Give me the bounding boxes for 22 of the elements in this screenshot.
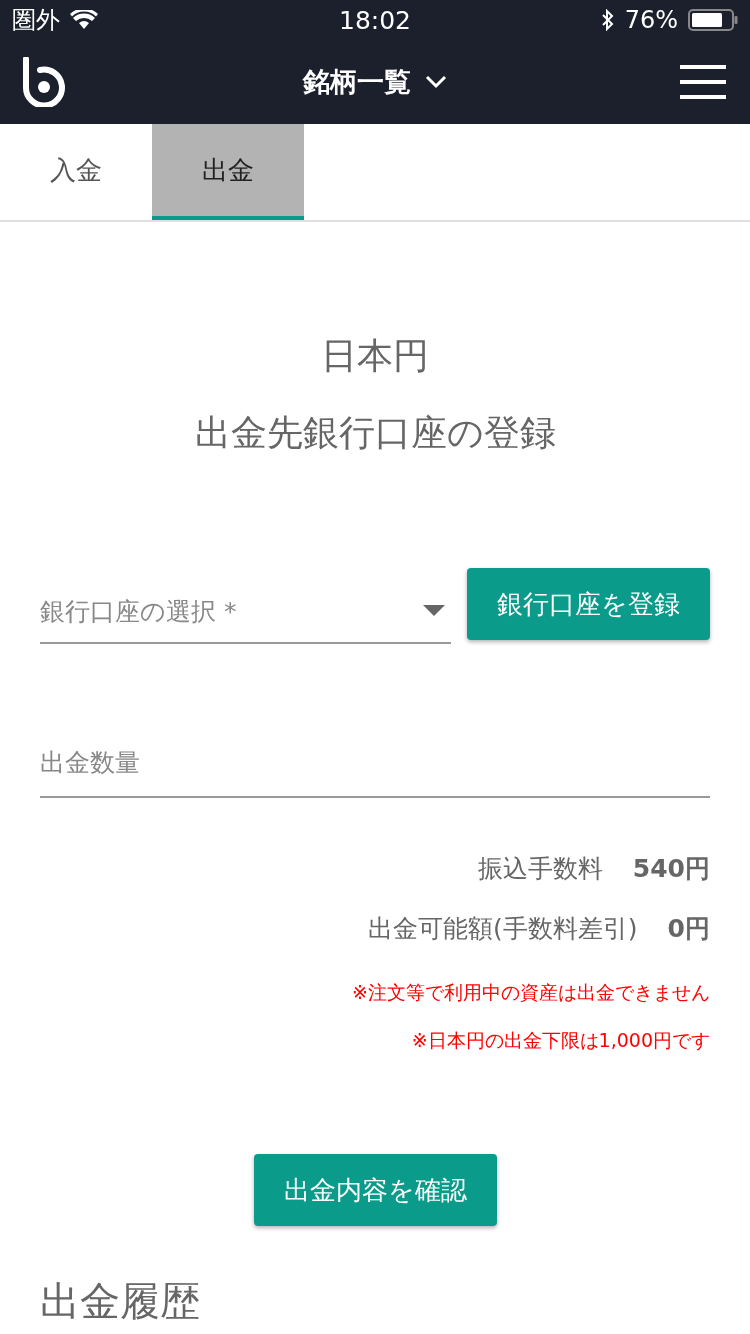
summary-label: 出金可能額(手数料差引)	[368, 912, 638, 945]
bank-account-select[interactable]: 銀行口座の選択 *	[40, 580, 451, 644]
clock-text: 18:02	[339, 5, 411, 35]
logo-icon[interactable]	[22, 57, 66, 107]
summary-value: 0円	[667, 912, 710, 945]
summary-value: 540円	[632, 852, 710, 885]
warning-note: ※日本円の出金下限は1,000円です	[410, 1028, 710, 1053]
carrier-text: 圏外	[12, 5, 60, 36]
page-heading: 出金先銀行口座の登録	[193, 411, 557, 455]
menu-icon[interactable]	[680, 65, 726, 99]
bluetooth-icon	[600, 9, 615, 31]
wifi-icon	[70, 10, 98, 30]
battery-percent: 76%	[624, 6, 678, 34]
tab[interactable]: 出金	[152, 124, 304, 220]
dropdown-arrow-icon	[423, 605, 445, 617]
summary-label: 振込手数料	[477, 852, 603, 885]
chevron-down-icon	[425, 75, 447, 89]
symbol-list-dropdown[interactable]: 銘柄一覧	[297, 63, 453, 101]
history-heading: 出金履歴	[40, 1277, 201, 1326]
warning-note: ※注文等で利用中の資産は出金できません	[351, 980, 710, 1005]
currency-heading: 日本円	[320, 334, 430, 378]
battery-icon	[688, 9, 738, 31]
